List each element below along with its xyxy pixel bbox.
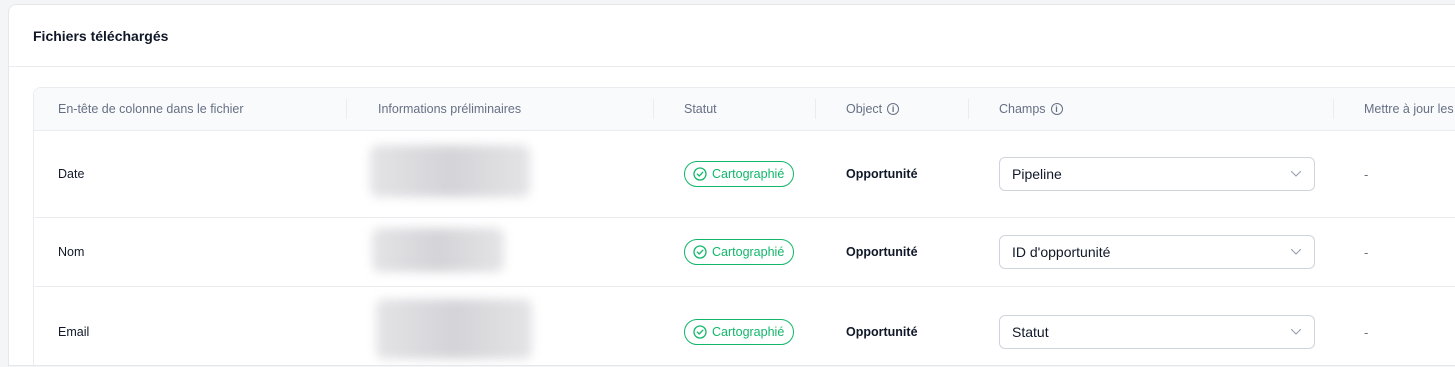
row-object: Opportunité [846,167,918,181]
field-select-value: Statut [1012,324,1049,340]
field-select[interactable]: Statut [999,315,1315,349]
field-cell: Statut [999,287,1315,365]
row-object: Opportunité [846,325,918,339]
header-status: Statut [684,102,717,116]
header-update: Mettre à jour les [1364,102,1454,116]
row-object: Opportunité [846,245,918,259]
field-cell: ID d'opportunité [999,218,1315,286]
row-column-name: Date [58,167,85,181]
uploaded-files-card: Fichiers téléchargés En-tête de colonne … [8,4,1455,366]
blurred-preview [372,228,504,272]
status-badge: Cartographié [684,239,795,265]
status-badge: Cartographié [684,319,795,345]
header-divider [815,99,816,119]
status-cell: Cartographié [684,287,795,365]
row-update: - [1364,166,1369,182]
header-divider [968,99,969,119]
info-icon[interactable]: i [887,103,900,115]
row-update: - [1364,244,1369,260]
check-circle-icon [693,167,707,181]
header-divider [1333,99,1334,119]
header-divider [653,99,654,119]
row-column-name: Email [58,325,90,339]
row-update: - [1364,324,1369,340]
chevron-down-icon [1290,170,1302,177]
table-row: Email Cartographié Opportunité Statut - [34,287,1455,365]
table-header-row: En-tête de colonne dans le fichier Infor… [34,88,1455,131]
chevron-down-icon [1290,328,1302,335]
field-cell: Pipeline [999,131,1315,217]
status-label: Cartographié [712,167,785,181]
header-preview: Informations préliminaires [378,102,522,116]
header-object-label: Object [846,102,883,116]
status-label: Cartographié [712,325,785,339]
check-circle-icon [693,245,707,259]
header-divider [346,99,347,119]
info-icon[interactable]: i [1050,103,1063,115]
field-select[interactable]: ID d'opportunité [999,235,1315,269]
card-title: Fichiers téléchargés [9,5,1455,67]
blurred-preview [370,145,530,197]
status-cell: Cartographié [684,218,795,286]
status-badge: Cartographié [684,161,795,187]
header-column-name: En-tête de colonne dans le fichier [58,102,244,116]
chevron-down-icon [1290,248,1302,255]
header-fields-label: Champs [999,102,1046,116]
status-cell: Cartographié [684,131,795,217]
header-fields: Champs i [999,88,1063,130]
mapping-table: En-tête de colonne dans le fichier Infor… [33,87,1455,365]
table-row: Nom Cartographié Opportunité ID d'opport… [34,218,1455,287]
check-circle-icon [693,325,707,339]
blurred-preview [376,299,532,359]
row-column-name: Nom [58,245,85,259]
header-object: Object i [846,88,900,130]
field-select-value: ID d'opportunité [1012,244,1111,260]
status-label: Cartographié [712,245,785,259]
table-row: Date Cartographié Opportunité Pipeline - [34,131,1455,218]
field-select-value: Pipeline [1012,166,1062,182]
field-select[interactable]: Pipeline [999,157,1315,191]
